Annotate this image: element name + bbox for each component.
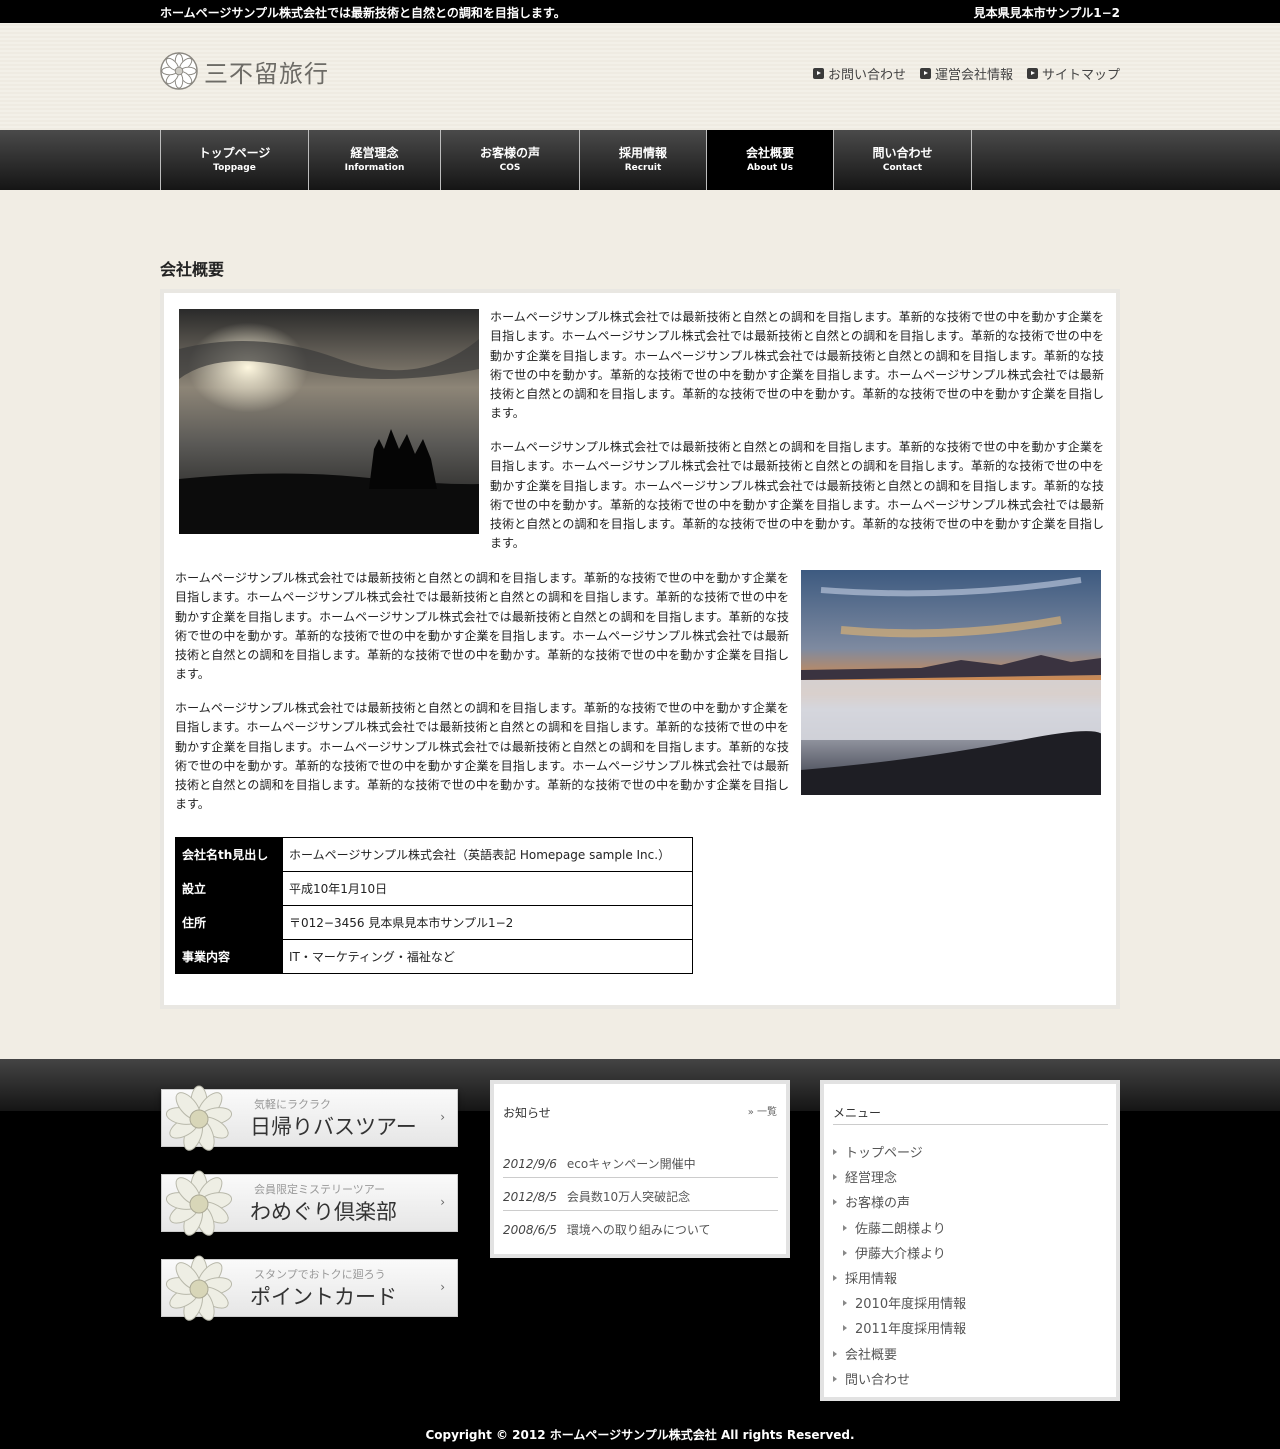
table-cell: IT・マーケティング・福祉など xyxy=(282,939,693,974)
flower-icon xyxy=(165,1170,233,1236)
menu-item-customer-voice[interactable]: お客様の声 xyxy=(833,1192,910,1211)
logo-text: 三不留旅行 xyxy=(204,59,329,88)
menu-item-toppage[interactable]: トップページ xyxy=(833,1142,923,1161)
table-header-cell: 住所 xyxy=(175,905,283,940)
footer-menu-panel: メニュー トップページ 経営理念 お客様の声 佐藤二朗様より 伊藤大介様より 採… xyxy=(820,1080,1120,1401)
table-row: 事業内容 IT・マーケティング・福祉など xyxy=(175,939,693,974)
news-panel: お知らせ » 一覧 2012/9/6 ecoキャンペーン開催中 2012/8/5 会… xyxy=(490,1080,790,1258)
tagline: ホームページサンプル株式会社では最新技術と自然との調和を目指します。 xyxy=(160,6,566,20)
banner-subtitle: 会員限定ミステリーツアー xyxy=(254,1183,386,1196)
news-more-link[interactable]: » 一覧 xyxy=(748,1103,777,1118)
site-footer: 気軽にラクラク 日帰りバスツアー › 会員限定ミステリーツアー わめぐり倶楽部 … xyxy=(0,1059,1280,1449)
triangle-right-icon xyxy=(833,1173,837,1180)
flower-icon xyxy=(165,1085,233,1151)
banner-mystery-club[interactable]: 会員限定ミステリーツアー わめぐり倶楽部 › xyxy=(161,1170,458,1236)
nav-item-cos[interactable]: お客様の声 COS xyxy=(441,130,580,190)
banner-point-card[interactable]: スタンプでおトクに廻ろう ポイントカード › xyxy=(161,1255,458,1321)
util-link-sitemap[interactable]: サイトマップ xyxy=(1026,64,1120,83)
banner-day-bus-tour[interactable]: 気軽にラクラク 日帰りバスツアー › xyxy=(161,1085,458,1151)
divider xyxy=(833,1124,1108,1125)
triangle-right-icon xyxy=(833,1148,837,1155)
table-header-cell: 事業内容 xyxy=(175,939,283,974)
menu-item-ito[interactable]: 伊藤大介様より xyxy=(843,1243,946,1262)
site-header: 三不留旅行 お問い合わせ 運営会社情報 サイトマップ xyxy=(0,23,1280,130)
nav-item-information[interactable]: 経営理念 Information xyxy=(309,130,441,190)
news-item[interactable]: 2012/9/6 ecoキャンペーン開催中 xyxy=(503,1155,696,1172)
arrow-icon xyxy=(812,68,824,79)
news-heading: お知らせ xyxy=(503,1106,551,1120)
banner-title: わめぐり倶楽部 xyxy=(250,1200,397,1224)
triangle-right-icon xyxy=(843,1224,847,1231)
banner-title: 日帰りバスツアー xyxy=(250,1115,417,1139)
triangle-right-icon xyxy=(843,1249,847,1256)
intro-paragraph-1: ホームページサンプル株式会社では最新技術と自然との調和を目指します。革新的な技術… xyxy=(490,310,1104,421)
triangle-right-icon xyxy=(833,1274,837,1281)
top-bar: ホームページサンプル株式会社では最新技術と自然との調和を目指します。 見本県見本… xyxy=(0,0,1280,23)
divider xyxy=(503,1210,778,1211)
banner-subtitle: 気軽にラクラク xyxy=(254,1098,331,1111)
table-header-cell: 会社名th見出し xyxy=(175,837,283,872)
menu-item-contact[interactable]: 問い合わせ xyxy=(833,1369,910,1388)
nav-item-contact[interactable]: 問い合わせ Contact xyxy=(834,130,972,190)
site-logo[interactable]: 三不留旅行 xyxy=(160,52,329,90)
sky-trees-photo xyxy=(179,309,479,534)
intro-paragraph-2: ホームページサンプル株式会社では最新技術と自然との調和を目指します。革新的な技術… xyxy=(490,440,1104,551)
menu-item-recruit-2011[interactable]: 2011年度採用情報 xyxy=(843,1318,966,1337)
copyright: Copyright © 2012 ホームページサンプル株式会社 All righ… xyxy=(425,1428,855,1442)
arrow-icon xyxy=(1026,68,1038,79)
banner-subtitle: スタンプでおトクに廻ろう xyxy=(254,1268,386,1281)
global-nav: トップページ Toppage 経営理念 Information お客様の声 COS 採… xyxy=(0,130,1280,190)
menu-item-recruit[interactable]: 採用情報 xyxy=(833,1268,897,1287)
utility-links: お問い合わせ 運営会社情報 サイトマップ xyxy=(812,64,1120,83)
table-row: 会社名th見出し ホームページサンプル株式会社（英語表記 Homepage sa… xyxy=(175,837,693,872)
table-cell: ホームページサンプル株式会社（英語表記 Homepage sample Inc.… xyxy=(282,837,693,872)
divider xyxy=(503,1177,778,1178)
intro-paragraph-4: ホームページサンプル株式会社では最新技術と自然との調和を目指します。革新的な技術… xyxy=(175,701,789,812)
menu-item-philosophy[interactable]: 経営理念 xyxy=(833,1167,897,1186)
news-item[interactable]: 2008/6/5 環境への取り組みについて xyxy=(503,1221,711,1238)
menu-item-about-us[interactable]: 会社概要 xyxy=(833,1344,897,1363)
table-row: 設立 平成10年1月10日 xyxy=(175,871,693,906)
table-header-cell: 設立 xyxy=(175,871,283,906)
triangle-right-icon xyxy=(833,1198,837,1205)
menu-item-recruit-2010[interactable]: 2010年度採用情報 xyxy=(843,1293,966,1312)
table-cell: 平成10年1月10日 xyxy=(282,871,693,906)
triangle-right-icon xyxy=(833,1375,837,1382)
content-panel: ホームページサンプル株式会社では最新技術と自然との調和を目指します。革新的な技術… xyxy=(160,289,1120,1009)
table-row: 住所 〒012−3456 見本県見本市サンプル1−2 xyxy=(175,905,693,940)
flower-icon xyxy=(165,1255,233,1321)
chevron-right-icon: › xyxy=(440,1280,445,1294)
flower-logo-icon xyxy=(160,52,198,90)
menu-item-sato[interactable]: 佐藤二朗様より xyxy=(843,1218,946,1237)
news-item[interactable]: 2012/8/5 会員数10万人突破記念 xyxy=(503,1188,690,1205)
chevron-right-icon: › xyxy=(440,1110,445,1124)
page-title: 会社概要 xyxy=(160,260,225,279)
triangle-right-icon xyxy=(843,1324,847,1331)
nav-item-about-us[interactable]: 会社概要 About Us xyxy=(707,130,834,190)
triangle-right-icon xyxy=(833,1350,837,1357)
menu-heading: メニュー xyxy=(833,1106,882,1120)
sea-of-clouds-photo xyxy=(801,570,1101,795)
chevron-right-icon: › xyxy=(440,1195,445,1209)
util-link-contact[interactable]: お問い合わせ xyxy=(812,64,906,83)
double-arrow-icon: » xyxy=(747,1107,757,1118)
intro-paragraph-3: ホームページサンプル株式会社では最新技術と自然との調和を目指します。革新的な技術… xyxy=(175,571,789,682)
header-address: 見本県見本市サンプル1−2 xyxy=(973,6,1120,20)
triangle-right-icon xyxy=(843,1299,847,1306)
nav-item-recruit[interactable]: 採用情報 Recruit xyxy=(580,130,707,190)
company-info-table: 会社名th見出し ホームページサンプル株式会社（英語表記 Homepage sa… xyxy=(175,837,693,974)
table-cell: 〒012−3456 見本県見本市サンプル1−2 xyxy=(282,905,693,940)
util-link-company[interactable]: 運営会社情報 xyxy=(919,64,1013,83)
arrow-icon xyxy=(919,68,931,79)
nav-item-toppage[interactable]: トップページ Toppage xyxy=(161,130,309,190)
banner-title: ポイントカード xyxy=(250,1285,397,1309)
